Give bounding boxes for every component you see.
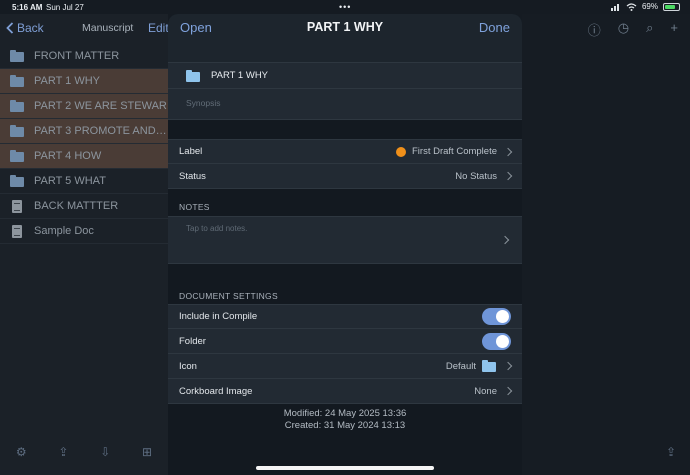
chevron-right-icon [500, 235, 510, 245]
back-button[interactable]: Back [6, 21, 44, 35]
notes-field[interactable]: Tap to add notes. [168, 216, 522, 264]
folder-icon [186, 69, 201, 82]
share-icon[interactable]: ⇪ [666, 445, 676, 459]
folder-icon [10, 150, 25, 162]
binder-item-part-3[interactable]: PART 3 PROMOTE AND… [0, 119, 168, 144]
notes-header: NOTES [179, 202, 210, 212]
signal-icon [610, 3, 619, 11]
document-title-field[interactable]: PART 1 WHY [168, 63, 522, 89]
folder-toggle[interactable] [482, 332, 511, 350]
label-row[interactable]: Label First Draft Complete [168, 139, 522, 164]
synopsis-field[interactable]: Synopsis [168, 89, 522, 119]
binder-item-part-5[interactable]: PART 5 WHAT [0, 169, 168, 194]
corkboard-value: None [474, 385, 513, 397]
document-settings-header: DOCUMENT SETTINGS [179, 291, 278, 301]
created-date: Created: 31 May 2024 13:13 [284, 419, 406, 431]
binder-item-label: FRONT MATTER [34, 50, 120, 62]
back-label: Back [17, 21, 44, 35]
binder-item-back-matter[interactable]: BACK MATTTER [0, 194, 168, 219]
edit-button[interactable]: Edit [148, 21, 169, 35]
modified-date: Modified: 24 May 2025 13:36 [283, 408, 407, 419]
search-icon[interactable]: ⌕ [646, 20, 653, 39]
binder-title: Manuscript [82, 22, 134, 34]
binder-sidebar: Back Manuscript Edit FRONT MATTER PART 1… [0, 14, 169, 475]
status-value: No Status [455, 170, 497, 182]
corkboard-image-row[interactable]: Corkboard Image None [168, 379, 522, 404]
document-icon [10, 225, 25, 238]
status-row-title: Status [179, 170, 206, 182]
chevron-left-icon [6, 22, 14, 34]
folder-icon [10, 100, 25, 112]
inspector-sheet: Open PART 1 WHY Done PART 1 WHY Synopsis… [168, 14, 522, 475]
binder-item-front-matter[interactable]: FRONT MATTER [0, 44, 168, 69]
history-icon[interactable]: ◷ [618, 20, 629, 39]
new-folder-icon[interactable]: ⊞ [142, 445, 152, 459]
document-dates: Modified: 24 May 2025 13:36 Created: 31 … [168, 408, 522, 431]
binder-item-sample-doc[interactable]: Sample Doc [0, 219, 168, 244]
corkboard-label: Corkboard Image [179, 385, 253, 397]
sheet-title: PART 1 WHY [306, 20, 384, 34]
battery-icon [663, 2, 680, 11]
folder-docs-icon [10, 175, 25, 187]
include-compile-label: Include in Compile [179, 311, 258, 322]
corkboard-value-text: None [474, 385, 497, 397]
chevron-right-icon [503, 147, 513, 156]
binder-item-label: BACK MATTTER [34, 200, 119, 212]
icon-value-text: Default [445, 360, 476, 372]
chevron-right-icon [503, 171, 513, 181]
notes-placeholder: Tap to add notes. [186, 224, 248, 233]
chevron-right-icon [503, 386, 513, 396]
editor-pane: ⓘ ◷ ⌕ + ⇪ [522, 14, 690, 475]
include-compile-row: Include in Compile [168, 304, 522, 329]
binder-item-label: PART 1 WHY [34, 75, 101, 87]
wifi-icon [626, 2, 637, 11]
label-row-value: First Draft Complete [396, 146, 513, 157]
binder-item-part-1[interactable]: PART 1 WHY [0, 69, 168, 94]
folder-icon [10, 75, 25, 87]
status-time: 5:16 AM [12, 3, 43, 12]
status-date: Sun Jul 27 [46, 3, 84, 12]
editor-toolbar: ⓘ ◷ ⌕ + [588, 20, 678, 39]
icon-label: Icon [179, 360, 197, 372]
status-row-value: No Status [455, 170, 513, 182]
sheet-header: Open PART 1 WHY Done [168, 14, 522, 62]
binder-item-label: PART 3 PROMOTE AND… [34, 125, 167, 137]
status-bar: 5:16 AM Sun Jul 27 ••• 69% [0, 0, 690, 14]
binder-item-label: Sample Doc [34, 225, 94, 237]
done-button[interactable]: Done [479, 20, 510, 35]
binder-item-part-2[interactable]: PART 2 WE ARE STEWAR… [0, 94, 168, 119]
share-icon[interactable]: ⇪ [58, 445, 68, 459]
import-icon[interactable]: ⇩ [100, 445, 110, 459]
binder-item-part-4[interactable]: PART 4 HOW [0, 144, 168, 169]
inspector-icon[interactable]: ⓘ [588, 20, 601, 39]
binder-header: Back Manuscript Edit [0, 14, 169, 44]
binder-item-label: PART 4 HOW [34, 150, 102, 162]
home-indicator[interactable] [256, 466, 434, 470]
label-color-dot [396, 146, 406, 157]
folder-label: Folder [179, 335, 206, 347]
include-compile-toggle[interactable] [482, 308, 511, 325]
document-icon [10, 200, 25, 213]
icon-value: Default [445, 360, 513, 372]
binder-item-label: PART 2 WE ARE STEWAR… [34, 100, 168, 112]
title-synopsis-card: PART 1 WHY Synopsis [168, 62, 522, 120]
document-title: PART 1 WHY [211, 70, 269, 81]
folder-icon [10, 125, 25, 137]
settings-icon[interactable]: ⚙ [16, 445, 27, 459]
multitasking-dots[interactable]: ••• [339, 2, 351, 12]
add-icon[interactable]: + [670, 20, 678, 39]
status-row[interactable]: Status No Status [168, 164, 522, 189]
folder-icon [482, 360, 497, 372]
binder-item-label: PART 5 WHAT [34, 175, 106, 187]
label-value: First Draft Complete [412, 146, 497, 157]
folder-icon [10, 50, 25, 62]
label-row-title: Label [179, 146, 203, 157]
icon-row[interactable]: Icon Default [168, 354, 522, 379]
binder-toolbar: ⚙ ⇪ ⇩ ⊞ [0, 445, 168, 459]
chevron-right-icon [503, 361, 513, 371]
battery-percent: 69% [641, 2, 658, 11]
status-right: 69% [610, 2, 680, 11]
folder-row: Folder [168, 329, 522, 354]
